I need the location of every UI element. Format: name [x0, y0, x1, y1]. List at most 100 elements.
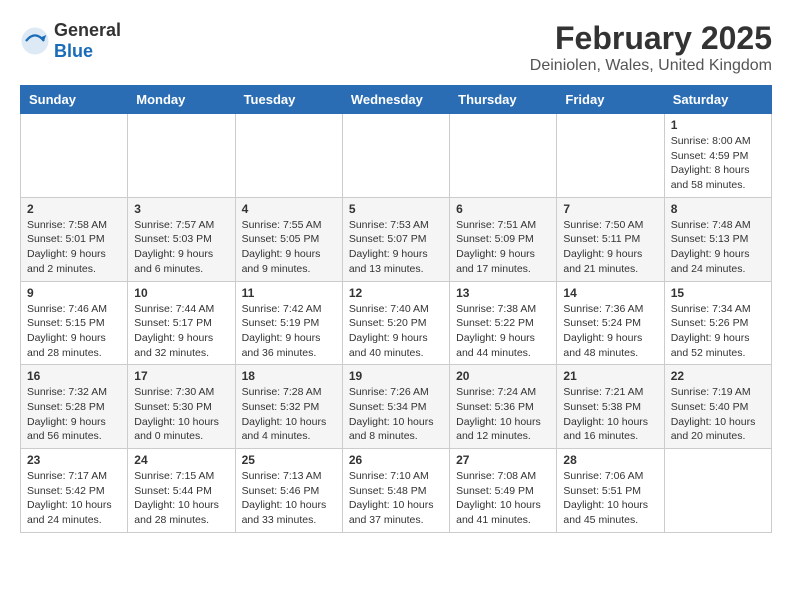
day-number: 28 [563, 453, 657, 467]
day-number: 27 [456, 453, 550, 467]
day-info: Sunrise: 7:55 AM Sunset: 5:05 PM Dayligh… [242, 218, 336, 277]
day-number: 24 [134, 453, 228, 467]
calendar-cell: 4 Sunrise: 7:55 AM Sunset: 5:05 PM Daylig… [235, 197, 342, 281]
calendar-cell: 6 Sunrise: 7:51 AM Sunset: 5:09 PM Daylig… [450, 197, 557, 281]
calendar-cell: 10Sunrise: 7:44 AM Sunset: 5:17 PM Dayli… [128, 281, 235, 365]
calendar-table: SundayMondayTuesdayWednesdayThursdayFrid… [20, 85, 772, 533]
day-info: Sunrise: 7:50 AM Sunset: 5:11 PM Dayligh… [563, 218, 657, 277]
logo-text-blue: Blue [54, 41, 93, 61]
calendar-cell: 27 Sunrise: 7:08 AM Sunset: 5:49 PM Dayli… [450, 449, 557, 533]
day-info: Sunrise: 7:53 AM Sunset: 5:07 PM Dayligh… [349, 218, 443, 277]
day-number: 5 [349, 202, 443, 216]
calendar-cell: 23 Sunrise: 7:17 AM Sunset: 5:42 PM Dayli… [21, 449, 128, 533]
day-number: 17 [134, 369, 228, 383]
calendar-cell: 7 Sunrise: 7:50 AM Sunset: 5:11 PM Daylig… [557, 197, 664, 281]
day-info: Sunrise: 7:40 AM Sunset: 5:20 PM Dayligh… [349, 302, 443, 361]
calendar-cell [21, 114, 128, 198]
calendar-cell [450, 114, 557, 198]
calendar-cell: 1 Sunrise: 8:00 AM Sunset: 4:59 PM Daylig… [664, 114, 771, 198]
calendar-cell [664, 449, 771, 533]
day-number: 23 [27, 453, 121, 467]
calendar-cell: 15 Sunrise: 7:34 AM Sunset: 5:26 PM Dayli… [664, 281, 771, 365]
calendar-cell [128, 114, 235, 198]
day-info: Sunrise: 7:13 AM Sunset: 5:46 PM Dayligh… [242, 469, 336, 528]
title-section: February 2025 Deiniolen, Wales, United K… [530, 20, 772, 75]
day-number: 1 [671, 118, 765, 132]
day-number: 6 [456, 202, 550, 216]
page-header: General Blue February 2025 Deiniolen, Wa… [20, 20, 772, 75]
weekday-header: Tuesday [235, 86, 342, 114]
calendar-week-row: 2Sunrise: 7:58 AM Sunset: 5:01 PM Daylig… [21, 197, 772, 281]
calendar-cell: 18 Sunrise: 7:28 AM Sunset: 5:32 PM Dayli… [235, 365, 342, 449]
day-info: Sunrise: 8:00 AM Sunset: 4:59 PM Dayligh… [671, 134, 765, 193]
calendar-week-row: 9 Sunrise: 7:46 AM Sunset: 5:15 PM Daylig… [21, 281, 772, 365]
day-info: Sunrise: 7:08 AM Sunset: 5:49 PM Dayligh… [456, 469, 550, 528]
day-info: Sunrise: 7:30 AM Sunset: 5:30 PM Dayligh… [134, 385, 228, 444]
day-info: Sunrise: 7:10 AM Sunset: 5:48 PM Dayligh… [349, 469, 443, 528]
weekday-header: Thursday [450, 86, 557, 114]
location-subtitle: Deiniolen, Wales, United Kingdom [530, 57, 772, 75]
calendar-cell: 13 Sunrise: 7:38 AM Sunset: 5:22 PM Dayli… [450, 281, 557, 365]
calendar-cell: 11Sunrise: 7:42 AM Sunset: 5:19 PM Dayli… [235, 281, 342, 365]
calendar-cell: 14Sunrise: 7:36 AM Sunset: 5:24 PM Dayli… [557, 281, 664, 365]
weekday-header: Wednesday [342, 86, 449, 114]
day-number: 11 [242, 286, 336, 300]
day-number: 25 [242, 453, 336, 467]
day-info: Sunrise: 7:46 AM Sunset: 5:15 PM Dayligh… [27, 302, 121, 361]
day-number: 4 [242, 202, 336, 216]
calendar-cell: 3Sunrise: 7:57 AM Sunset: 5:03 PM Daylig… [128, 197, 235, 281]
day-info: Sunrise: 7:48 AM Sunset: 5:13 PM Dayligh… [671, 218, 765, 277]
calendar-cell [342, 114, 449, 198]
month-year-title: February 2025 [530, 20, 772, 57]
weekday-header: Friday [557, 86, 664, 114]
day-info: Sunrise: 7:36 AM Sunset: 5:24 PM Dayligh… [563, 302, 657, 361]
day-number: 19 [349, 369, 443, 383]
calendar-cell: 22Sunrise: 7:19 AM Sunset: 5:40 PM Dayli… [664, 365, 771, 449]
calendar-cell [557, 114, 664, 198]
day-number: 15 [671, 286, 765, 300]
calendar-header-row: SundayMondayTuesdayWednesdayThursdayFrid… [21, 86, 772, 114]
day-number: 13 [456, 286, 550, 300]
day-number: 16 [27, 369, 121, 383]
day-info: Sunrise: 7:24 AM Sunset: 5:36 PM Dayligh… [456, 385, 550, 444]
calendar-cell: 26 Sunrise: 7:10 AM Sunset: 5:48 PM Dayli… [342, 449, 449, 533]
calendar-week-row: 1 Sunrise: 8:00 AM Sunset: 4:59 PM Daylig… [21, 114, 772, 198]
calendar-cell: 16Sunrise: 7:32 AM Sunset: 5:28 PM Dayli… [21, 365, 128, 449]
calendar-cell: 5 Sunrise: 7:53 AM Sunset: 5:07 PM Daylig… [342, 197, 449, 281]
day-number: 21 [563, 369, 657, 383]
day-number: 8 [671, 202, 765, 216]
calendar-cell: 19 Sunrise: 7:26 AM Sunset: 5:34 PM Dayli… [342, 365, 449, 449]
day-info: Sunrise: 7:34 AM Sunset: 5:26 PM Dayligh… [671, 302, 765, 361]
calendar-cell: 21Sunrise: 7:21 AM Sunset: 5:38 PM Dayli… [557, 365, 664, 449]
logo-icon [20, 26, 50, 56]
calendar-cell: 17 Sunrise: 7:30 AM Sunset: 5:30 PM Dayli… [128, 365, 235, 449]
day-number: 7 [563, 202, 657, 216]
day-info: Sunrise: 7:15 AM Sunset: 5:44 PM Dayligh… [134, 469, 228, 528]
calendar-cell: 20 Sunrise: 7:24 AM Sunset: 5:36 PM Dayli… [450, 365, 557, 449]
calendar-week-row: 23 Sunrise: 7:17 AM Sunset: 5:42 PM Dayli… [21, 449, 772, 533]
calendar-cell: 2Sunrise: 7:58 AM Sunset: 5:01 PM Daylig… [21, 197, 128, 281]
weekday-header: Saturday [664, 86, 771, 114]
calendar-cell: 9 Sunrise: 7:46 AM Sunset: 5:15 PM Daylig… [21, 281, 128, 365]
calendar-cell [235, 114, 342, 198]
day-info: Sunrise: 7:26 AM Sunset: 5:34 PM Dayligh… [349, 385, 443, 444]
day-number: 20 [456, 369, 550, 383]
day-number: 10 [134, 286, 228, 300]
day-number: 3 [134, 202, 228, 216]
day-number: 26 [349, 453, 443, 467]
day-number: 22 [671, 369, 765, 383]
day-info: Sunrise: 7:38 AM Sunset: 5:22 PM Dayligh… [456, 302, 550, 361]
calendar-cell: 25 Sunrise: 7:13 AM Sunset: 5:46 PM Dayli… [235, 449, 342, 533]
day-number: 9 [27, 286, 121, 300]
day-info: Sunrise: 7:51 AM Sunset: 5:09 PM Dayligh… [456, 218, 550, 277]
day-number: 12 [349, 286, 443, 300]
weekday-header: Sunday [21, 86, 128, 114]
day-info: Sunrise: 7:17 AM Sunset: 5:42 PM Dayligh… [27, 469, 121, 528]
calendar-cell: 12 Sunrise: 7:40 AM Sunset: 5:20 PM Dayli… [342, 281, 449, 365]
day-info: Sunrise: 7:28 AM Sunset: 5:32 PM Dayligh… [242, 385, 336, 444]
day-number: 18 [242, 369, 336, 383]
day-info: Sunrise: 7:06 AM Sunset: 5:51 PM Dayligh… [563, 469, 657, 528]
logo: General Blue [20, 20, 121, 62]
calendar-cell: 24 Sunrise: 7:15 AM Sunset: 5:44 PM Dayli… [128, 449, 235, 533]
weekday-header: Monday [128, 86, 235, 114]
